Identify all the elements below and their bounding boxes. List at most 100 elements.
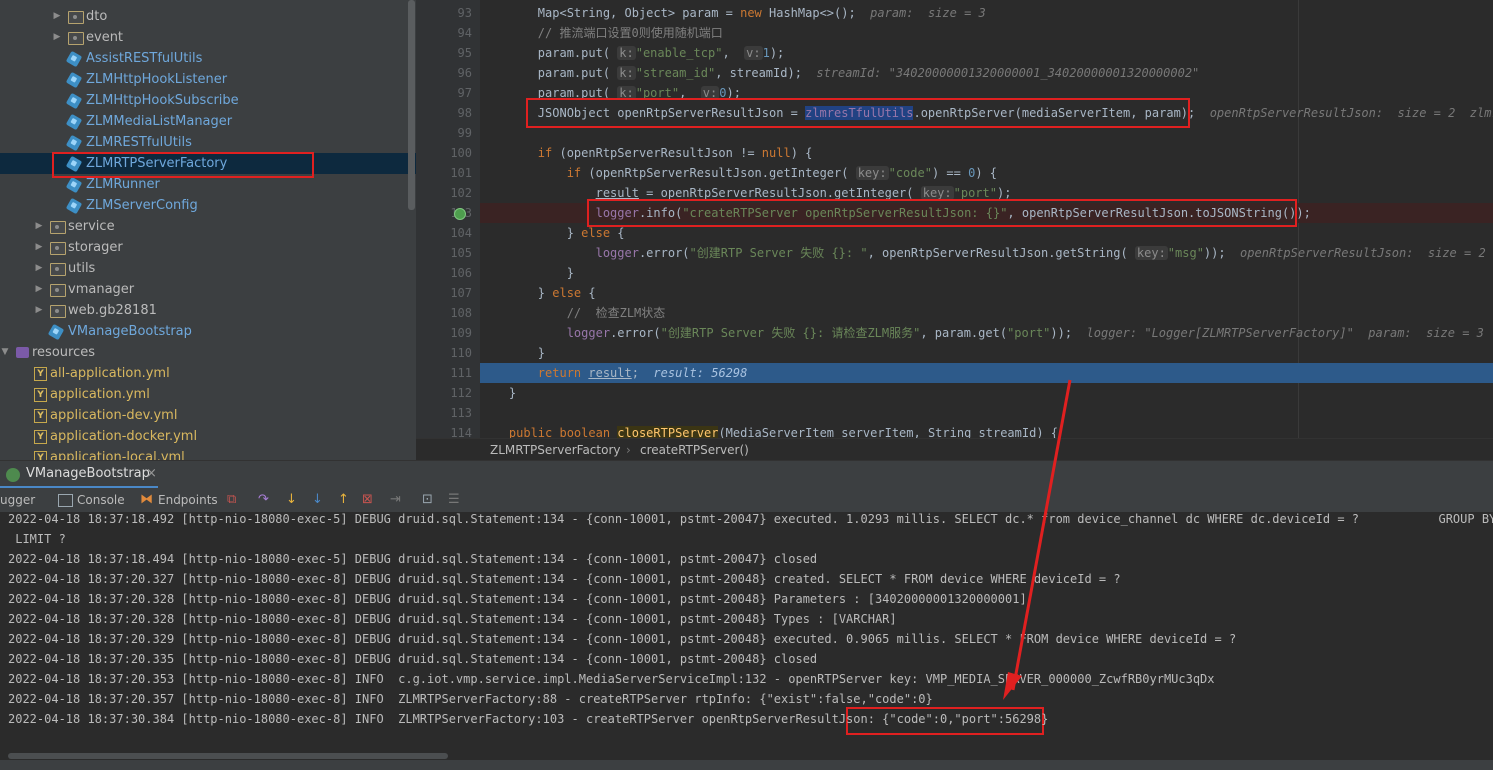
step-over-icon[interactable]: ↓ <box>286 492 297 508</box>
yml-file-icon: Y <box>34 388 47 402</box>
line-number: 97 <box>457 86 472 100</box>
code-line-100: if (openRtpServerResultJson != null) { <box>537 146 813 160</box>
tree-scrollbar[interactable] <box>408 0 415 210</box>
line-number: 111 <box>450 366 472 380</box>
console-line: 2022-04-18 18:37:18.492 [http-nio-18080-… <box>8 512 1493 526</box>
code-line-109: logger.error("创建RTP Server 失败 {}: 请检查ZLM… <box>566 326 1484 340</box>
line-number: 99 <box>457 126 472 140</box>
step-out-icon[interactable]: ↑ <box>338 492 349 508</box>
code-line-110: } <box>537 346 546 360</box>
run-to-cursor-icon[interactable]: ⇥ <box>390 492 401 508</box>
class-icon <box>47 323 65 341</box>
line-number: 94 <box>457 26 472 40</box>
ide-window: ▶ dto ▶ event AssistRESTfulUtils ZLMHttpHookL… <box>0 0 1493 770</box>
line-number: 108 <box>450 306 472 320</box>
package-icon <box>50 263 66 276</box>
line-number: 106 <box>450 266 472 280</box>
code-line-111: return result; result: 56298 <box>480 363 1493 383</box>
package-icon <box>50 284 66 297</box>
tree-item-label: ZLMServerConfig <box>86 198 198 213</box>
console-line: 2022-04-18 18:37:20.357 [http-nio-18080-… <box>8 692 933 706</box>
tab-console[interactable]: Console <box>77 488 125 512</box>
editor-gutter: 9394959697989910010110210310410510610710… <box>416 0 480 438</box>
class-icon <box>65 50 83 68</box>
class-icon <box>65 134 83 152</box>
console-horizontal-scrollbar[interactable] <box>8 753 448 759</box>
line-number: 113 <box>450 406 472 420</box>
code-line-107: } else { <box>537 286 596 300</box>
code-line-96: param.put( k: "stream_id", streamId); str… <box>537 66 1200 80</box>
tree-item-label: resources <box>32 345 96 360</box>
console-line: 2022-04-18 18:37:20.335 [http-nio-18080-… <box>8 652 818 666</box>
chevron-right-icon[interactable]: ▶ <box>52 27 62 48</box>
code-editor[interactable]: 9394959697989910010110210310410510610710… <box>416 0 1493 438</box>
chevron-right-icon[interactable]: ▶ <box>34 300 44 321</box>
project-tree: ▶ dto ▶ event AssistRESTfulUtils ZLMHttpHookL… <box>0 0 416 460</box>
tree-item-label: application-local.yml <box>50 450 185 460</box>
console-line: 2022-04-18 18:37:20.327 [http-nio-18080-… <box>8 572 1121 586</box>
debug-toolbar: ugger Console ⧓ Endpoints ⧉ ↷ ↓ ↓ ↑ ⊠ ⇥ … <box>0 488 1493 513</box>
package-icon <box>68 32 84 45</box>
line-number: 98 <box>457 106 472 120</box>
code-line-108: // 检查ZLM状态 <box>566 306 666 320</box>
tree-item-label: application-docker.yml <box>50 429 198 444</box>
console-line: 2022-04-18 18:37:18.494 [http-nio-18080-… <box>8 552 818 566</box>
rerun-icon[interactable]: ↷ <box>258 492 269 508</box>
chevron-right-icon[interactable]: ▶ <box>34 279 44 300</box>
chevron-right-icon[interactable]: ▶ <box>34 216 44 237</box>
breakpoint-icon[interactable] <box>454 208 466 220</box>
trace-icon[interactable]: ☰ <box>448 492 460 508</box>
tab-debugger[interactable]: ugger <box>0 488 35 512</box>
tree-item-label: application.yml <box>50 387 150 402</box>
chevron-right-icon[interactable]: ▶ <box>34 237 44 258</box>
tab-endpoints[interactable]: Endpoints <box>158 488 218 512</box>
tree-item-label: ZLMHttpHookSubscribe <box>86 93 239 108</box>
layout-icon[interactable]: ⧉ <box>227 492 236 508</box>
chevron-right-icon[interactable]: ▶ <box>52 6 62 27</box>
breadcrumb: ZLMRTPServerFactory › createRTPServer() <box>416 438 1493 461</box>
class-icon <box>65 113 83 131</box>
line-number: 102 <box>450 186 472 200</box>
run-tab-label[interactable]: VManageBootstrap <box>26 466 150 481</box>
step-into-icon[interactable]: ↓ <box>312 492 323 508</box>
console-line: 2022-04-18 18:37:20.329 [http-nio-18080-… <box>8 632 1237 646</box>
highlight-box-logger-info <box>587 199 1297 227</box>
console-line: 2022-04-18 18:37:30.384 [http-nio-18080-… <box>8 712 1049 726</box>
line-number: 96 <box>457 66 472 80</box>
class-icon <box>65 197 83 215</box>
chevron-right-icon[interactable]: ▶ <box>34 258 44 279</box>
breadcrumb-class[interactable]: ZLMRTPServerFactory <box>490 439 620 461</box>
tree-item-label: ZLMMediaListManager <box>86 114 233 129</box>
tree-item-label: web.gb28181 <box>68 303 157 318</box>
line-number: 114 <box>450 426 472 438</box>
chevron-down-icon[interactable]: ▼ <box>0 342 10 363</box>
line-number: 93 <box>457 6 472 20</box>
drop-frame-icon[interactable]: ⊠ <box>362 492 373 508</box>
tree-item-label: application-dev.yml <box>50 408 178 423</box>
class-icon <box>65 176 83 194</box>
tree-item-label: dto <box>86 9 108 24</box>
evaluate-icon[interactable]: ⊡ <box>422 492 433 508</box>
yml-file-icon: Y <box>34 430 47 444</box>
class-icon <box>65 71 83 89</box>
code-line-105: logger.error("创建RTP Server 失败 {}: ", ope… <box>595 246 1486 260</box>
tree-item-label: all-application.yml <box>50 366 170 381</box>
code-line-94: // 推流端口设置0则使用随机端口 <box>537 26 723 40</box>
console-icon <box>58 494 73 507</box>
breadcrumb-separator: › <box>626 443 631 457</box>
tree-item-label: AssistRESTfulUtils <box>86 51 203 66</box>
console-line: 2022-04-18 18:37:20.353 [http-nio-18080-… <box>8 672 1215 686</box>
console-output[interactable]: 2022-04-18 18:37:18.492 [http-nio-18080-… <box>0 512 1493 760</box>
resources-folder-icon <box>16 347 29 358</box>
code-line-101: if (openRtpServerResultJson.getInteger( … <box>566 166 998 180</box>
line-number: 101 <box>450 166 472 180</box>
code-line-106: } <box>566 266 574 280</box>
console-line: LIMIT ? <box>8 532 66 546</box>
tree-item-label: utils <box>68 261 96 276</box>
console-line: 2022-04-18 18:37:20.328 [http-nio-18080-… <box>8 612 897 626</box>
close-icon[interactable]: × <box>146 466 157 481</box>
class-icon <box>65 92 83 110</box>
breadcrumb-method[interactable]: createRTPServer() <box>640 439 749 461</box>
line-number: 110 <box>450 346 472 360</box>
line-number: 95 <box>457 46 472 60</box>
